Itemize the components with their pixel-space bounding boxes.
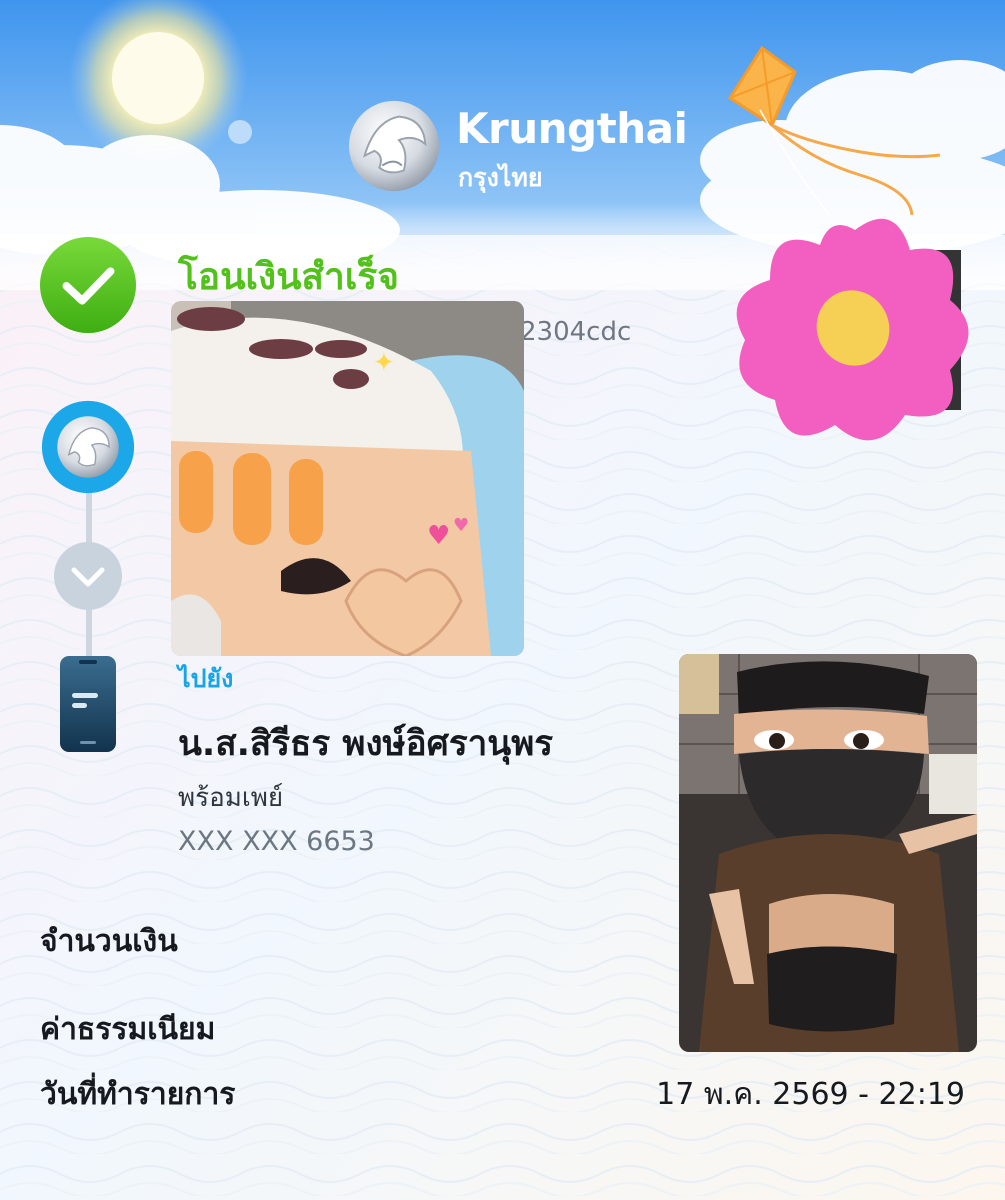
status-title: โอนเงินสำเร็จ (178, 255, 399, 298)
krungthai-logo-icon (348, 100, 440, 192)
sticker-photo-plush: ✦ ♥ ♥ (171, 301, 524, 656)
krungthai-logo-icon (41, 400, 135, 494)
date-label: วันที่ทำรายการ (40, 1077, 236, 1112)
to-label: ไปยัง (178, 664, 234, 693)
reference-code: 2304cdc (520, 317, 632, 347)
service-label: พร้อมเพย์ (178, 783, 284, 813)
svg-text:♥: ♥ (453, 515, 469, 536)
fee-label: ค่าธรรมเนียม (40, 1012, 216, 1047)
account-number: XXX XXX 6653 (178, 826, 375, 857)
timeline-connector (86, 605, 92, 660)
brand-name-thai: กรุงไทย (458, 163, 543, 192)
transfer-slip: Krungthai กรุงไทย โอนเงินสำเร็จ 2304cdc (0, 0, 1005, 1200)
phone-icon (60, 656, 116, 752)
recipient-name: น.ส.สิรีธร พงษ์อิศรานุพร (178, 724, 554, 764)
brand-name: Krungthai (456, 104, 688, 153)
check-icon (39, 236, 137, 334)
amount-label: จำนวนเงิน (40, 924, 178, 959)
chevron-down-icon[interactable] (53, 541, 123, 611)
date-value: 17 พ.ค. 2569 - 22:19 (656, 1077, 965, 1112)
svg-text:✦: ✦ (373, 348, 395, 378)
selfie-photo (679, 654, 977, 1052)
flower-sticker (736, 218, 969, 441)
svg-text:♥: ♥ (427, 521, 450, 551)
